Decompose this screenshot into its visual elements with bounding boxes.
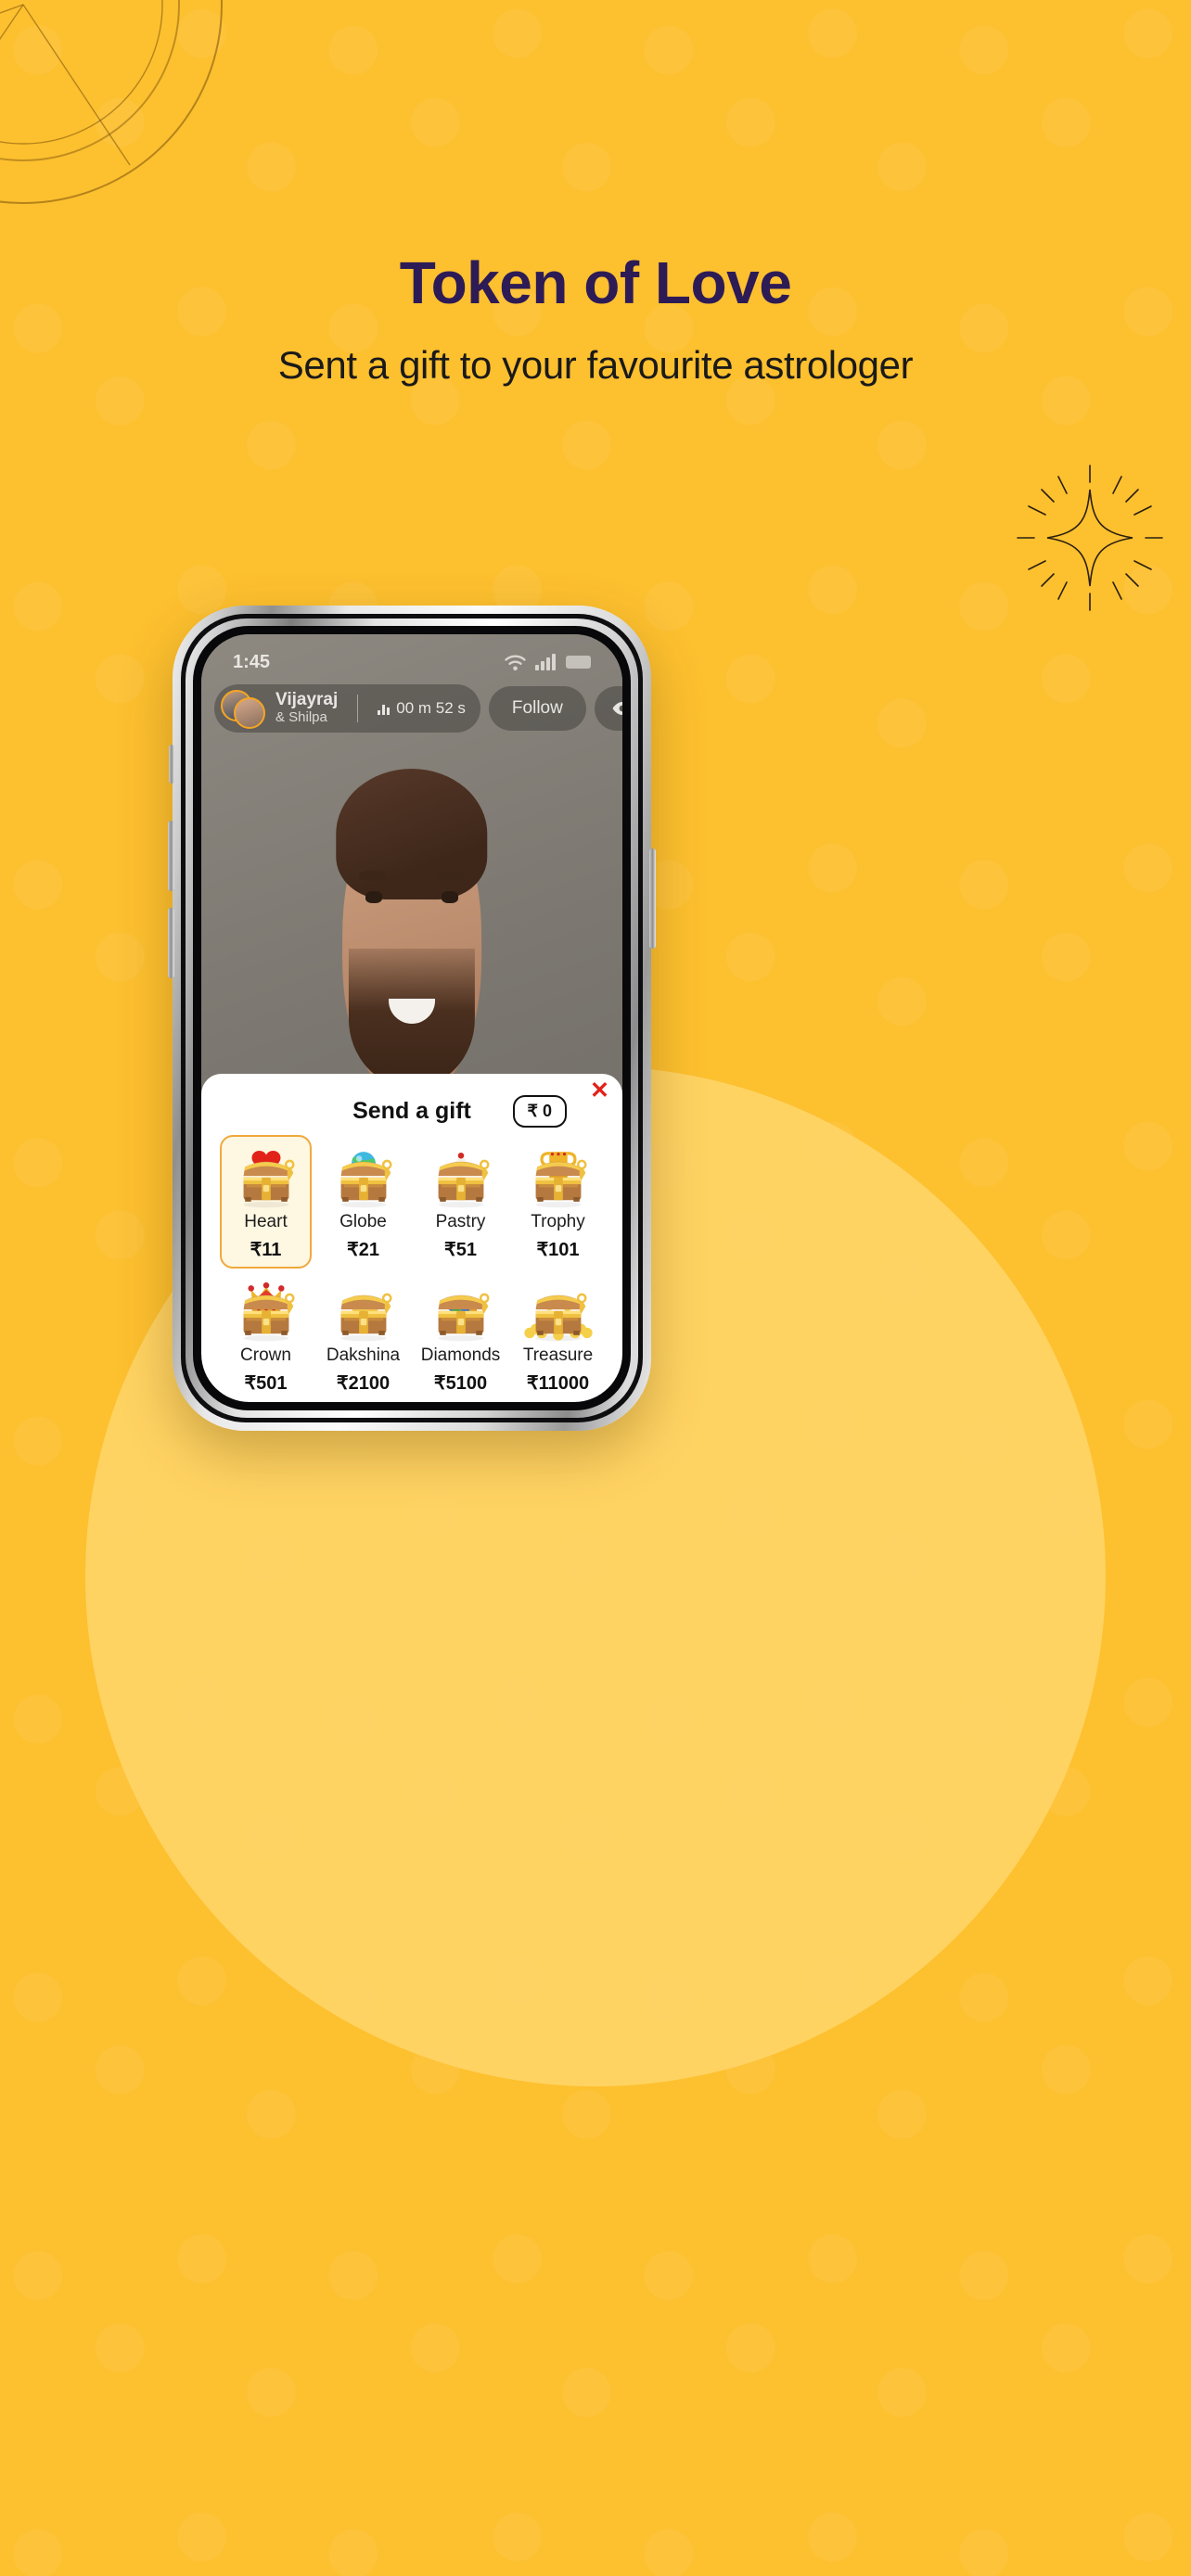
treasure-chest-trophy-icon xyxy=(519,1144,598,1209)
treasure-chest-gold-icon xyxy=(519,1278,598,1343)
gift-price: ₹11000 xyxy=(526,1373,590,1394)
cohost-name: & Shilpa xyxy=(275,709,327,725)
follow-button-label: Follow xyxy=(511,698,563,718)
stream-timer: 00 m 52 s xyxy=(378,699,466,718)
status-bar: 1:45 xyxy=(201,634,622,682)
volume-up-button[interactable] xyxy=(168,821,174,891)
gift-item[interactable]: Pastry ₹51 xyxy=(415,1135,506,1269)
gift-price: ₹2100 xyxy=(336,1373,391,1394)
gift-item[interactable]: Treasure ₹11000 xyxy=(512,1269,604,1402)
volume-down-button[interactable] xyxy=(168,908,174,978)
treasure-chest-gems-icon xyxy=(421,1278,501,1343)
gift-item[interactable]: Trophy ₹101 xyxy=(512,1135,604,1269)
gift-name: Diamonds xyxy=(420,1345,501,1365)
gift-price: ₹5100 xyxy=(433,1373,488,1394)
pill-divider xyxy=(357,695,359,722)
gift-item[interactable]: Globe ₹21 xyxy=(317,1135,409,1269)
treasure-chest-crown-icon xyxy=(226,1278,306,1343)
gift-price: ₹51 xyxy=(444,1240,477,1260)
stream-top-bar: Vijayraj & Shilpa 00 m 52 s Follow 9.1K xyxy=(214,684,622,733)
gift-name: Dakshina xyxy=(326,1345,401,1365)
gift-item[interactable]: Crown ₹501 xyxy=(220,1269,312,1402)
host-name: Vijayraj xyxy=(275,690,339,710)
sheet-header: Send a gift ₹ 0 ✕ xyxy=(220,1079,609,1133)
gift-grid: Heart ₹11 Globe ₹21 Pastry ₹51 Trophy ₹101 C xyxy=(220,1135,604,1402)
gift-item[interactable]: Heart ₹11 xyxy=(220,1135,312,1269)
person-eye-right xyxy=(441,891,458,903)
gift-price: ₹501 xyxy=(244,1373,288,1394)
eye-icon xyxy=(612,702,622,715)
connection-bars-icon xyxy=(378,703,391,715)
page-subtitle: Sent a gift to your favourite astrologer xyxy=(277,343,914,387)
gift-name: Trophy xyxy=(531,1212,585,1231)
phone-screen: 1:45 Vijayraj & Shilpa 00 m 52 s Follow … xyxy=(201,634,622,1402)
avatar-group xyxy=(221,690,265,729)
gift-item[interactable]: Dakshina ₹2100 xyxy=(317,1269,409,1402)
stream-duration: 00 m 52 s xyxy=(396,699,466,717)
cellular-signal-icon xyxy=(535,654,556,670)
gift-name: Crown xyxy=(240,1345,291,1365)
avatar-cohost xyxy=(234,697,265,729)
gift-price: ₹101 xyxy=(536,1240,580,1260)
follow-button[interactable]: Follow xyxy=(488,686,586,731)
sparkle-star-decoration xyxy=(1017,465,1163,611)
gift-price: ₹21 xyxy=(347,1240,379,1260)
person-eye-left xyxy=(365,891,383,903)
treasure-chest-heart-icon xyxy=(226,1144,306,1209)
treasure-chest-cake-icon xyxy=(421,1144,501,1209)
gift-name: Globe xyxy=(339,1212,387,1231)
host-info-pill[interactable]: Vijayraj & Shilpa 00 m 52 s xyxy=(214,684,480,733)
astrology-wheel-lines: ✳✳·· xyxy=(0,0,163,166)
person-eyebrow-left xyxy=(359,871,387,881)
wallet-balance[interactable]: ₹ 0 xyxy=(512,1095,567,1128)
battery-icon xyxy=(566,656,591,669)
wifi-icon xyxy=(505,655,526,670)
status-bar-time: 1:45 xyxy=(233,651,271,672)
power-button[interactable] xyxy=(649,848,656,949)
person-hair xyxy=(336,768,488,899)
mute-switch[interactable] xyxy=(169,745,174,784)
gift-name: Heart xyxy=(244,1212,288,1231)
phone-mockup: 1:45 Vijayraj & Shilpa 00 m 52 s Follow … xyxy=(168,606,656,1431)
person-eyebrow-right xyxy=(437,871,465,881)
page-title: Token of Love xyxy=(399,249,792,316)
treasure-chest-coins-icon xyxy=(324,1278,403,1343)
close-sheet-button[interactable]: ✕ xyxy=(590,1079,609,1103)
gift-item[interactable]: Diamonds ₹5100 xyxy=(415,1269,506,1402)
gift-name: Treasure xyxy=(522,1345,594,1365)
gift-name: Pastry xyxy=(435,1212,486,1231)
sheet-title: Send a gift xyxy=(352,1097,471,1124)
gift-price: ₹11 xyxy=(250,1240,282,1260)
viewer-count-pill: 9.1K xyxy=(594,686,622,731)
treasure-chest-globe-icon xyxy=(324,1144,403,1209)
send-gift-sheet: Send a gift ₹ 0 ✕ Heart ₹11 Globe ₹21 Past… xyxy=(201,1074,622,1402)
